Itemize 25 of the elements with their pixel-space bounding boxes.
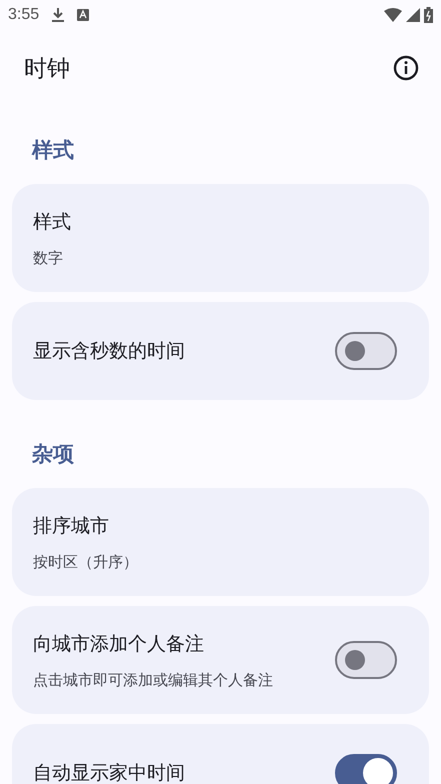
setting-title: 样式 — [33, 210, 72, 234]
battery-icon — [424, 7, 433, 23]
setting-title: 排序城市 — [33, 514, 110, 538]
status-time: 3:55 — [8, 6, 40, 24]
setting-title: 显示含秒数的时间 — [33, 340, 186, 364]
setting-title: 向城市添加个人备注 — [33, 632, 205, 656]
section-header: 杂项 — [32, 443, 74, 466]
section-header: 样式 — [32, 139, 74, 162]
download-icon — [51, 7, 66, 23]
keyboard-icon — [77, 9, 90, 21]
setting-card[interactable]: 样式 数字 — [12, 184, 429, 292]
toggle-switch[interactable] — [335, 641, 397, 679]
setting-card[interactable]: 显示含秒数的时间 — [12, 302, 429, 400]
setting-summary: 数字 — [33, 248, 64, 268]
toggle-switch[interactable] — [335, 754, 397, 784]
app-title: 时钟 — [24, 54, 71, 82]
setting-summary: 点击城市即可添加或编辑其个人备注 — [33, 670, 274, 690]
toggle-switch[interactable] — [335, 332, 397, 370]
setting-card[interactable]: 向城市添加个人备注 点击城市即可添加或编辑其个人备注 — [12, 606, 429, 714]
setting-summary: 按时区（升序） — [33, 552, 139, 572]
setting-card[interactable]: 自动显示家中时间 — [12, 724, 429, 784]
signal-icon — [406, 8, 420, 22]
setting-title: 自动显示家中时间 — [33, 762, 186, 784]
setting-card[interactable]: 排序城市 按时区（升序） — [12, 488, 429, 596]
wifi-icon — [384, 8, 402, 22]
